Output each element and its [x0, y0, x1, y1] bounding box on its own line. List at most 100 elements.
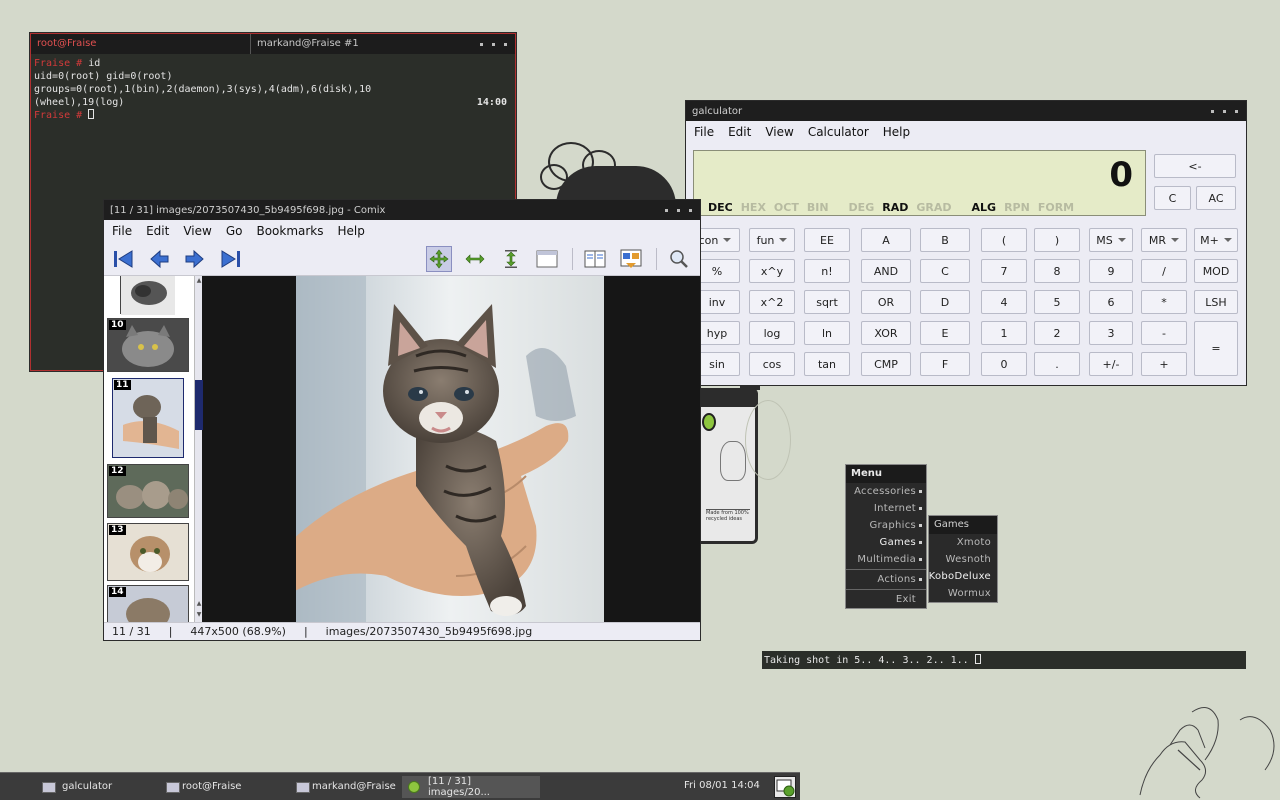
mode-rad[interactable]: RAD [882, 201, 908, 214]
menu-file[interactable]: File [112, 224, 132, 238]
previous-page-button[interactable] [146, 246, 172, 272]
titlebar[interactable]: galculator [686, 101, 1246, 121]
menu-item-wesnoth[interactable]: Wesnoth [929, 551, 997, 568]
thumbnail[interactable]: 13 [107, 523, 189, 581]
thumbnail-scrollbar[interactable]: ▲ ▲ ▼ [194, 276, 203, 622]
mode-oct[interactable]: OCT [774, 201, 799, 214]
task-root-fraise[interactable]: root@Fraise [138, 776, 264, 798]
menu-item-wormux[interactable]: Wormux [929, 585, 997, 602]
menu-bookmarks[interactable]: Bookmarks [256, 224, 323, 238]
tab-root-fraise[interactable]: root@Fraise [31, 34, 251, 54]
calc-key-multiply[interactable]: * [1141, 290, 1187, 314]
calc-key-0[interactable]: 0 [981, 352, 1027, 376]
calc-key-5[interactable]: 5 [1034, 290, 1080, 314]
manga-mode-button[interactable] [618, 246, 644, 272]
menu-calculator[interactable]: Calculator [808, 125, 869, 139]
menu-view[interactable]: View [765, 125, 793, 139]
clear-button[interactable]: C [1154, 186, 1191, 210]
calc-key-equals[interactable]: = [1194, 321, 1238, 376]
menu-item-graphics[interactable]: Graphics [846, 517, 926, 534]
mode-form[interactable]: FORM [1038, 201, 1074, 214]
calc-key-hyp[interactable]: hyp [694, 321, 740, 345]
scrollbar-thumb[interactable] [195, 380, 203, 430]
calc-key-open-paren[interactable]: ( [981, 228, 1027, 252]
mode-rpn[interactable]: RPN [1004, 201, 1030, 214]
maximize-button[interactable] [1223, 109, 1226, 113]
network-tray-icon[interactable] [774, 776, 796, 798]
menu-file[interactable]: File [694, 125, 714, 139]
calc-key-percent[interactable]: % [694, 259, 740, 283]
calc-key-decimal-point[interactable]: . [1034, 352, 1080, 376]
calc-key-b[interactable]: B [920, 228, 970, 252]
calc-key-power[interactable]: x^y [749, 259, 795, 283]
calc-key-cmp[interactable]: CMP [861, 352, 911, 376]
menu-item-accessories[interactable]: Accessories [846, 483, 926, 500]
calc-key-lsh[interactable]: LSH [1194, 290, 1238, 314]
calc-key-m[interactable]: M+ [1194, 228, 1238, 252]
calc-key-mr[interactable]: MR [1141, 228, 1187, 252]
calc-key-close-paren[interactable]: ) [1034, 228, 1080, 252]
calc-key-tan[interactable]: tan [804, 352, 850, 376]
calc-key-xor[interactable]: XOR [861, 321, 911, 345]
calc-key-9[interactable]: 9 [1089, 259, 1133, 283]
zoom-button[interactable] [666, 246, 692, 272]
menu-item-xmoto[interactable]: Xmoto [929, 534, 997, 551]
maximize-button[interactable] [677, 208, 680, 212]
fit-width-button[interactable] [462, 246, 488, 272]
double-page-button[interactable] [582, 246, 608, 272]
last-page-button[interactable] [218, 246, 244, 272]
manual-zoom-button[interactable] [534, 246, 560, 272]
thumbnail[interactable]: 10 [107, 318, 189, 372]
scroll-up-arrow[interactable]: ▲ [195, 600, 203, 608]
thumbnail-selected[interactable]: 11 [112, 378, 184, 458]
mode-alg[interactable]: ALG [972, 201, 997, 214]
calc-key-fun[interactable]: fun [749, 228, 795, 252]
minimize-button[interactable] [1211, 109, 1214, 113]
menu-go[interactable]: Go [226, 224, 243, 238]
calc-key-8[interactable]: 8 [1034, 259, 1080, 283]
menu-edit[interactable]: Edit [146, 224, 169, 238]
thumbnail-strip[interactable]: 10 11 12 13 14 [104, 276, 194, 622]
thumbnail[interactable]: 12 [107, 464, 189, 518]
calc-key-7[interactable]: 7 [981, 259, 1027, 283]
calc-key-minus[interactable]: - [1141, 321, 1187, 345]
calc-key-a[interactable]: A [861, 228, 911, 252]
calc-key-c[interactable]: C [920, 259, 970, 283]
calc-key-divide[interactable]: / [1141, 259, 1187, 283]
menu-item-exit[interactable]: Exit [846, 591, 926, 608]
next-page-button[interactable] [182, 246, 208, 272]
mode-deg[interactable]: DEG [849, 201, 875, 214]
calc-key-sign[interactable]: +/- [1089, 352, 1133, 376]
calc-key-plus[interactable]: + [1141, 352, 1187, 376]
menu-edit[interactable]: Edit [728, 125, 751, 139]
calc-key-6[interactable]: 6 [1089, 290, 1133, 314]
calc-key-factorial[interactable]: n! [804, 259, 850, 283]
calc-key-cos[interactable]: cos [749, 352, 795, 376]
calc-key-sin[interactable]: sin [694, 352, 740, 376]
calc-key-ln[interactable]: ln [804, 321, 850, 345]
calc-key-sqrt[interactable]: sqrt [804, 290, 850, 314]
thumbnail[interactable] [120, 276, 175, 315]
calc-key-d[interactable]: D [920, 290, 970, 314]
task-comix[interactable]: [11 / 31] images/20... [402, 775, 540, 798]
calc-key-and[interactable]: AND [861, 259, 911, 283]
menu-help[interactable]: Help [883, 125, 910, 139]
calc-key-4[interactable]: 4 [981, 290, 1027, 314]
all-clear-button[interactable]: AC [1196, 186, 1236, 210]
calc-key-or[interactable]: OR [861, 290, 911, 314]
calc-key-f[interactable]: F [920, 352, 970, 376]
menu-help[interactable]: Help [338, 224, 365, 238]
calc-key-3[interactable]: 3 [1089, 321, 1133, 345]
fit-best-button[interactable] [426, 246, 452, 272]
calc-key-1[interactable]: 1 [981, 321, 1027, 345]
terminal-output[interactable]: Fraise # id uid=0(root) gid=0(root) grou… [31, 54, 515, 125]
menu-item-multimedia[interactable]: Multimedia [846, 551, 926, 568]
calc-key-square[interactable]: x^2 [749, 290, 795, 314]
menu-view[interactable]: View [183, 224, 211, 238]
calc-key-2[interactable]: 2 [1034, 321, 1080, 345]
task-galculator[interactable]: galculator [4, 776, 134, 798]
close-button[interactable] [504, 42, 507, 46]
menu-item-internet[interactable]: Internet [846, 500, 926, 517]
mode-grad[interactable]: GRAD [916, 201, 951, 214]
menu-item-actions[interactable]: Actions [846, 571, 926, 588]
